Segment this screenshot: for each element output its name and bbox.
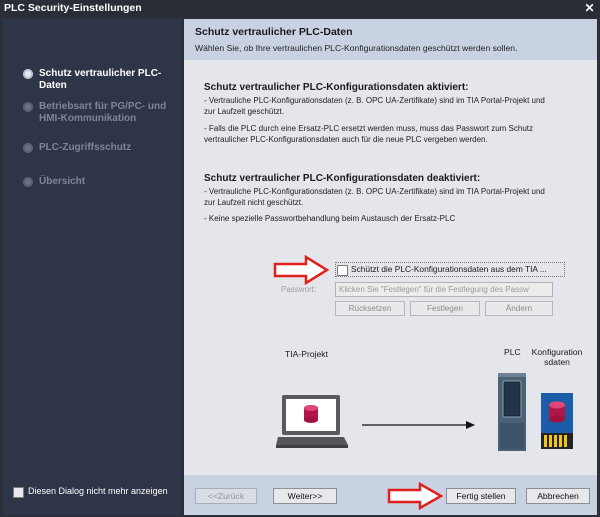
set-button[interactable]: Festlegen xyxy=(410,301,480,316)
dont-show-again-checkbox[interactable] xyxy=(13,487,24,498)
text-line: zur Laufzeit geschützt. xyxy=(204,107,285,116)
back-button[interactable]: <<Zurück xyxy=(195,488,257,504)
config-data-label: Konfiguration sdaten xyxy=(531,347,583,367)
reset-button[interactable]: Rücksetzen xyxy=(335,301,405,316)
change-button[interactable]: Ändern xyxy=(485,301,553,316)
deactivated-section-text: - Vertrauliche PLC-Konfigurationsdaten (… xyxy=(204,186,589,224)
window-title: PLC Security-Einstellungen xyxy=(4,2,142,14)
activated-section-text: - Vertrauliche PLC-Konfigurationsdaten (… xyxy=(204,95,589,145)
sidebar-step-label: Übersicht xyxy=(39,176,86,187)
content-panel: Schutz vertraulicher PLC-Konfigurationsd… xyxy=(184,60,597,475)
step-inactive-icon xyxy=(23,143,33,153)
cancel-button[interactable]: Abbrechen xyxy=(526,488,590,504)
text-line: - Keine spezielle Passwortbehandlung bei… xyxy=(204,214,456,223)
page-title: Schutz vertraulicher PLC-Daten xyxy=(195,26,353,38)
text-line: - Vertrauliche PLC-Konfigurationsdaten (… xyxy=(204,187,545,196)
activated-section-title: Schutz vertraulicher PLC-Konfigurationsd… xyxy=(204,82,469,93)
memory-card-icon xyxy=(541,393,573,449)
password-field[interactable]: Klicken Sie "Festlegen" für die Festlegu… xyxy=(335,282,553,297)
footer-bar: <<Zurück Weiter>> Fertig stellen Abbrech… xyxy=(184,475,597,515)
sidebar-step-label: PLC-Zugriffsschutz xyxy=(39,142,132,153)
step-inactive-icon xyxy=(23,177,33,187)
dont-show-again-label: Diesen Dialog nicht mehr anzeigen xyxy=(28,486,168,496)
text-line: vertraulicher PLC-Konfigurationsdaten au… xyxy=(204,135,488,144)
title-bar: PLC Security-Einstellungen ✕ xyxy=(0,0,600,17)
close-icon[interactable]: ✕ xyxy=(583,2,596,15)
page-subtitle: Wählen Sie, ob Ihre vertraulichen PLC-Ko… xyxy=(195,43,518,53)
text-line: - Falls die PLC durch eine Ersatz-PLC er… xyxy=(204,124,534,133)
checkbox-focus-rect xyxy=(335,262,565,277)
annotation-arrow-icon xyxy=(273,255,330,285)
text-line: zur Laufzeit nicht geschützt. xyxy=(204,198,304,207)
finish-button[interactable]: Fertig stellen xyxy=(446,488,516,504)
deactivated-section-title: Schutz vertraulicher PLC-Konfigurationsd… xyxy=(204,173,481,184)
sidebar-footer: Diesen Dialog nicht mehr anzeigen xyxy=(3,475,181,515)
annotation-arrow-icon xyxy=(387,482,444,510)
plc-device-icon xyxy=(498,373,526,451)
step-active-icon xyxy=(23,69,33,79)
wizard-sidebar: Schutz vertraulicher PLC-Daten Betriebsa… xyxy=(3,19,181,475)
tia-project-label: TIA-Projekt xyxy=(285,349,328,359)
plc-label: PLC xyxy=(504,347,521,357)
laptop-icon xyxy=(276,395,348,448)
sidebar-step-label: Betriebsart für PG/PC- und HMI-Kommunika… xyxy=(39,101,167,124)
step-inactive-icon xyxy=(23,102,33,112)
next-button[interactable]: Weiter>> xyxy=(273,488,337,504)
sidebar-step-label: Schutz vertraulicher PLC-Daten xyxy=(39,68,162,91)
text-line: - Vertrauliche PLC-Konfigurationsdaten (… xyxy=(204,96,545,105)
password-label: Passwort: xyxy=(281,285,317,294)
page-header: Schutz vertraulicher PLC-Daten Wählen Si… xyxy=(184,19,597,60)
data-flow-arrow-icon xyxy=(362,421,475,429)
